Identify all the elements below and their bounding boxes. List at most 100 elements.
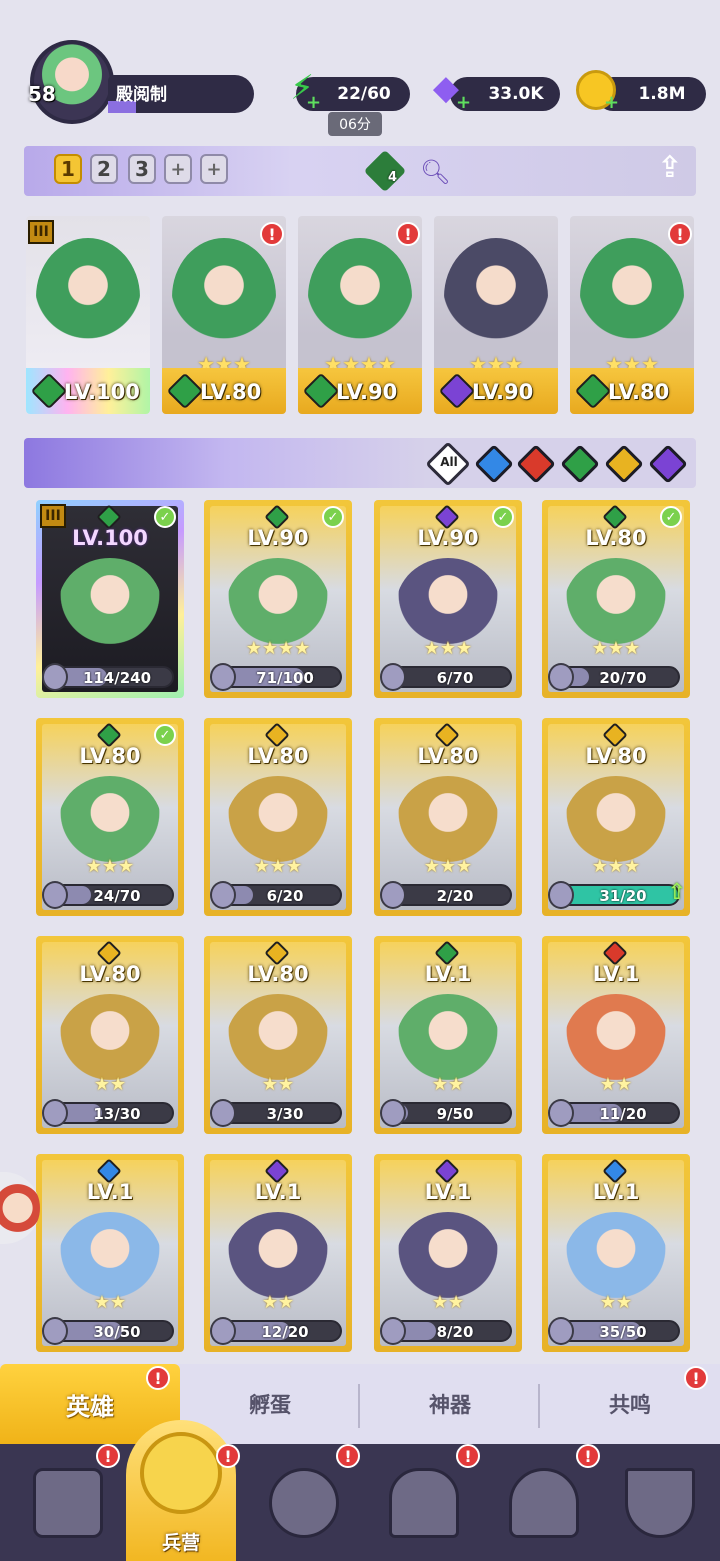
hero-card[interactable]: LV.1 ★★ 35/50 bbox=[542, 1154, 690, 1352]
hero-level: LV.80 bbox=[79, 962, 141, 986]
shard-count: 6/70 bbox=[436, 669, 474, 687]
shard-icon bbox=[548, 881, 574, 909]
hero-card[interactable]: LV.80 ★★ 3/30 bbox=[204, 936, 352, 1134]
upgrade-arrow-icon[interactable]: ⇧ bbox=[668, 880, 686, 905]
hero-alert-icon: ! bbox=[668, 222, 692, 246]
check-icon: ✓ bbox=[154, 724, 176, 746]
shard-count: 8/20 bbox=[436, 1323, 474, 1341]
tier-badge: III bbox=[28, 220, 54, 244]
team-hero-card[interactable]: ★★★ LV.80 bbox=[570, 216, 694, 414]
hero-stars: ★★★ bbox=[423, 856, 473, 877]
hero-stars: ★★★ bbox=[423, 638, 473, 659]
hero-portrait bbox=[36, 238, 140, 356]
team-hero-card[interactable]: ★★★ LV.80 bbox=[162, 216, 286, 414]
check-icon: ✓ bbox=[322, 506, 344, 528]
hero-card[interactable]: LV.1 ★★ 12/20 bbox=[204, 1154, 352, 1352]
shard-progress-bar: 114/240 bbox=[42, 663, 174, 691]
shard-icon bbox=[210, 1317, 236, 1345]
nav-alert-icon: ! bbox=[336, 1444, 360, 1468]
team-tab-2[interactable]: 2 bbox=[90, 154, 118, 184]
check-icon: ✓ bbox=[154, 506, 176, 528]
hero-stars: ★★★ bbox=[591, 856, 641, 877]
hero-card[interactable]: LV.1 ★★ 9/50 bbox=[374, 936, 522, 1134]
shard-icon bbox=[42, 1317, 68, 1345]
hero-level: LV.80 bbox=[417, 744, 479, 768]
guild-icon bbox=[625, 1467, 695, 1538]
cards-icon bbox=[33, 1467, 103, 1538]
hero-alert-icon: ! bbox=[396, 222, 420, 246]
shard-count: 114/240 bbox=[82, 669, 152, 687]
team-hero-card[interactable]: ★★★★ LV.90 bbox=[298, 216, 422, 414]
team-preset-bar bbox=[24, 146, 696, 196]
hero-card[interactable]: LV.90 ✓ ★★★ 6/70 bbox=[374, 500, 522, 698]
shard-icon bbox=[380, 1099, 406, 1127]
hero-stars: ★★★ bbox=[591, 638, 641, 659]
shard-count: 6/20 bbox=[266, 887, 304, 905]
hero-level: LV.100 bbox=[72, 526, 148, 550]
add-gold-icon[interactable]: + bbox=[604, 94, 619, 112]
hero-level: LV.1 bbox=[424, 1180, 472, 1204]
hero-level: LV.80 bbox=[585, 744, 647, 768]
team-hero-card[interactable]: LV.100 bbox=[26, 216, 150, 414]
castle-icon bbox=[389, 1467, 459, 1538]
shard-progress-bar: 6/70 bbox=[380, 663, 512, 691]
shard-progress-bar: 71/100 bbox=[210, 663, 342, 691]
shard-progress-bar: 9/50 bbox=[380, 1099, 512, 1127]
hero-portrait bbox=[172, 238, 276, 356]
shard-count: 11/20 bbox=[599, 1105, 647, 1123]
shard-icon bbox=[210, 663, 236, 691]
shard-progress-bar: 11/20 bbox=[548, 1099, 680, 1127]
hero-stars: ★★ bbox=[261, 1292, 295, 1313]
shard-progress-bar: 20/70 bbox=[548, 663, 680, 691]
hero-stars: ★★★ bbox=[253, 856, 303, 877]
hero-level: LV.80 bbox=[247, 962, 309, 986]
shard-icon bbox=[210, 881, 236, 909]
gold-value: 1.8M bbox=[638, 84, 686, 104]
map-icon bbox=[269, 1467, 339, 1538]
tab-artifacts[interactable]: 神器 bbox=[360, 1364, 540, 1444]
hero-level: LV.80 bbox=[247, 744, 309, 768]
hero-stars: ★★ bbox=[599, 1074, 633, 1095]
shard-icon bbox=[42, 663, 68, 691]
hero-card[interactable]: LV.90 ✓ ★★★★ 71/100 bbox=[204, 500, 352, 698]
add-team-button[interactable]: + bbox=[200, 154, 228, 184]
hero-portrait bbox=[308, 238, 412, 356]
hero-stars: ★★ bbox=[431, 1292, 465, 1313]
add-energy-icon[interactable]: + bbox=[306, 94, 321, 112]
hero-card[interactable]: LV.1 ★★ 8/20 bbox=[374, 1154, 522, 1352]
energy-value: 22/60 bbox=[337, 84, 391, 104]
hero-card[interactable]: LV.80 ★★★ 2/20 bbox=[374, 718, 522, 916]
shard-icon bbox=[380, 881, 406, 909]
hero-stars: ★★ bbox=[261, 1074, 295, 1095]
hero-stars: ★★★★ bbox=[245, 638, 311, 659]
floating-helper-avatar[interactable] bbox=[0, 1172, 40, 1244]
hero-card[interactable]: LV.80 ★★ 13/30 bbox=[36, 936, 184, 1134]
hero-card[interactable]: LV.1 ★★ 11/20 bbox=[542, 936, 690, 1134]
nav-guild[interactable] bbox=[600, 1444, 720, 1561]
hero-card[interactable]: LV.80 ★★★ 6/20 bbox=[204, 718, 352, 916]
add-team-button[interactable]: + bbox=[164, 154, 192, 184]
hero-card[interactable]: LV.100 ✓ 114/240 bbox=[36, 500, 184, 698]
check-icon: ✓ bbox=[492, 506, 514, 528]
team-tab-3[interactable]: 3 bbox=[128, 154, 156, 184]
hero-card[interactable]: LV.80 ✓ ★★★ 20/70 bbox=[542, 500, 690, 698]
team-tab-1[interactable]: 1 bbox=[54, 154, 82, 184]
hero-level: LV.80 bbox=[200, 380, 262, 404]
nav-barracks-label: 兵营 bbox=[161, 1532, 200, 1554]
share-icon[interactable]: ⇪ bbox=[648, 150, 692, 190]
add-gems-icon[interactable]: + bbox=[456, 94, 471, 112]
nav-alert-icon: ! bbox=[96, 1444, 120, 1468]
team-hero-card[interactable]: ★★★ LV.90 bbox=[434, 216, 558, 414]
hero-card[interactable]: LV.80 ✓ ★★★ 24/70 bbox=[36, 718, 184, 916]
player-name: 殿阅制 bbox=[116, 85, 167, 105]
nav-alert-icon: ! bbox=[456, 1444, 480, 1468]
shard-icon bbox=[548, 663, 574, 691]
hero-level: LV.90 bbox=[472, 380, 534, 404]
hero-card[interactable]: LV.1 ★★ 30/50 bbox=[36, 1154, 184, 1352]
shard-count: 12/20 bbox=[261, 1323, 309, 1341]
shard-icon bbox=[42, 881, 68, 909]
search-icon[interactable]: 🔍︎ bbox=[420, 158, 450, 186]
shard-icon bbox=[380, 663, 406, 691]
shard-count: 71/100 bbox=[256, 669, 314, 687]
hero-card[interactable]: LV.80 ★★★ 31/20 ⇧ bbox=[542, 718, 690, 916]
